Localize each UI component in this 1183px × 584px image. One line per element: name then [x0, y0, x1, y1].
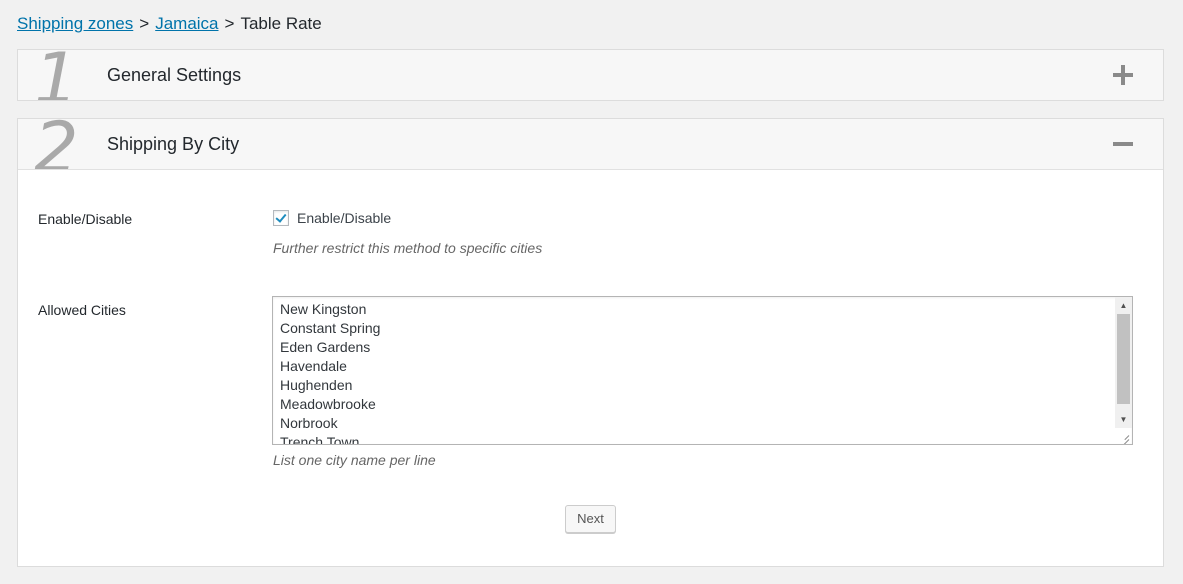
minus-icon[interactable]	[1113, 134, 1133, 154]
next-button[interactable]: Next	[565, 505, 616, 533]
textarea-scrollbar[interactable]: ▲ ▼	[1115, 297, 1132, 428]
city-line: Eden Gardens	[280, 339, 371, 355]
breadcrumb-current: Table Rate	[240, 14, 322, 33]
breadcrumb: Shipping zones > Jamaica > Table Rate	[17, 13, 322, 35]
scroll-thumb[interactable]	[1117, 314, 1130, 404]
allowed-cities-label: Allowed Cities	[38, 302, 126, 318]
city-line: Meadowbrooke	[280, 396, 376, 412]
plus-icon[interactable]	[1113, 65, 1133, 85]
scroll-up-arrow-icon[interactable]: ▲	[1115, 297, 1132, 314]
city-line: Havendale	[280, 358, 347, 374]
breadcrumb-separator: >	[224, 14, 235, 33]
city-line: Trench Town	[280, 434, 360, 445]
breadcrumb-shipping-zones[interactable]: Shipping zones	[17, 14, 133, 33]
enable-disable-checkbox[interactable]	[273, 210, 289, 226]
breadcrumb-jamaica[interactable]: Jamaica	[155, 14, 218, 33]
city-line: Hughenden	[280, 377, 353, 393]
allowed-cities-help: List one city name per line	[273, 452, 436, 468]
city-line: Norbrook	[280, 415, 338, 431]
city-line: Constant Spring	[280, 320, 381, 336]
section-title: General Settings	[107, 65, 242, 85]
section-shipping-by-city: 2 Shipping By City Enable/Disable Enable…	[17, 118, 1164, 567]
check-icon	[275, 211, 287, 223]
allowed-cities-textarea[interactable]: New Kingston Constant Spring Eden Garden…	[272, 296, 1133, 445]
allowed-cities-lines: New Kingston Constant Spring Eden Garden…	[280, 300, 1114, 445]
section-title: Shipping By City	[107, 134, 240, 154]
scroll-down-arrow-icon[interactable]: ▼	[1115, 411, 1132, 428]
enable-disable-help: Further restrict this method to specific…	[273, 240, 543, 256]
enable-disable-control[interactable]: Enable/Disable	[273, 210, 391, 226]
section-general-settings: 1 General Settings	[17, 49, 1164, 101]
enable-disable-checkbox-label[interactable]: Enable/Disable	[297, 210, 391, 226]
section-header-shipping-by-city[interactable]: 2 Shipping By City	[18, 119, 1163, 170]
city-line: New Kingston	[280, 301, 367, 317]
resize-handle-icon[interactable]	[1117, 429, 1131, 443]
enable-disable-label: Enable/Disable	[38, 211, 133, 227]
breadcrumb-separator: >	[139, 14, 150, 33]
section-header-general-settings[interactable]: 1 General Settings	[18, 50, 1163, 100]
step-number: 2	[34, 119, 79, 170]
step-number: 1	[34, 50, 79, 100]
